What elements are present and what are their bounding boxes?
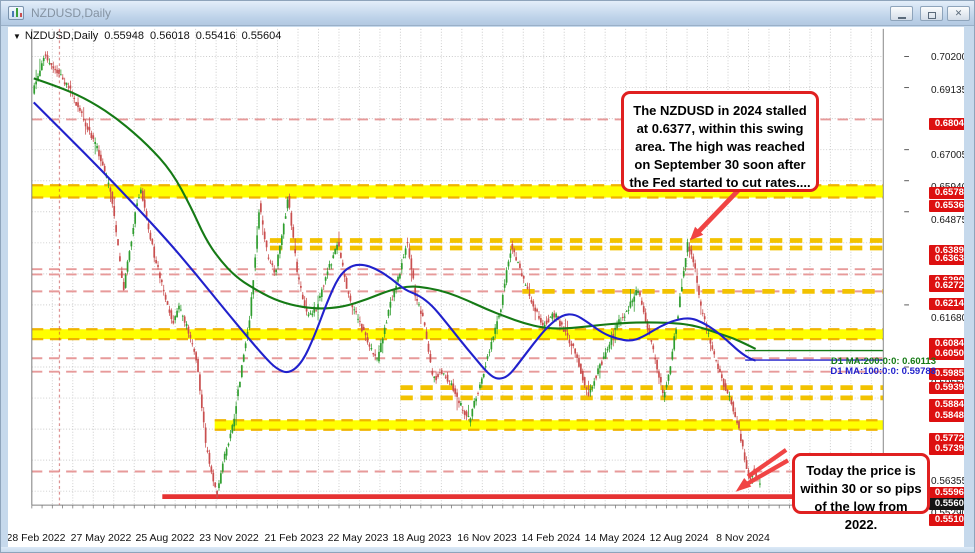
high-value: 0.56018	[150, 30, 190, 42]
annotation-box-2022-low: Today the price is within 30 or so pips …	[792, 453, 930, 514]
restore-button[interactable]	[920, 6, 943, 21]
close-button[interactable]: ✕	[947, 6, 970, 21]
low-value: 0.55416	[196, 30, 236, 42]
window-chart-icon	[8, 6, 24, 20]
window-title: NZDUSD,Daily	[31, 6, 111, 20]
symbol-dropdown-icon[interactable]: ▼	[13, 32, 21, 41]
title-bar[interactable]: NZDUSD,Daily ✕	[1, 1, 975, 26]
minimize-button[interactable]	[890, 6, 913, 21]
price-tick-label: 0.69135	[931, 85, 967, 96]
symbol-period-label: NZDUSD,Daily	[25, 30, 98, 42]
ohlc-header: ▼ NZDUSD,Daily 0.55948 0.56018 0.55416 0.5560…	[13, 30, 287, 42]
price-tick-label: 0.67005	[931, 150, 967, 161]
ma100-label: D1 MA:100:0:0: 0.59788	[830, 366, 936, 377]
price-tick-label: 0.70200	[931, 52, 967, 63]
left-window-edge	[1, 27, 8, 547]
status-bar	[1, 547, 975, 553]
open-value: 0.55948	[104, 30, 144, 42]
annotation-box-2024-high: The NZDUSD in 2024 stalled at 0.6377, wi…	[621, 91, 819, 192]
chart-content: ▼ NZDUSD,Daily 0.55948 0.56018 0.55416 0.5560…	[1, 27, 975, 547]
mt4-chart-window: NZDUSD,Daily ✕ ▼ NZDUSD,Daily 0.55948 0.560…	[0, 0, 975, 553]
price-tick-label: 0.64875	[931, 215, 967, 226]
right-window-edge	[964, 27, 975, 547]
price-tick-label: 0.61680	[931, 313, 967, 324]
close-value: 0.55604	[242, 30, 282, 42]
price-tick-label: 0.56355	[931, 476, 967, 487]
